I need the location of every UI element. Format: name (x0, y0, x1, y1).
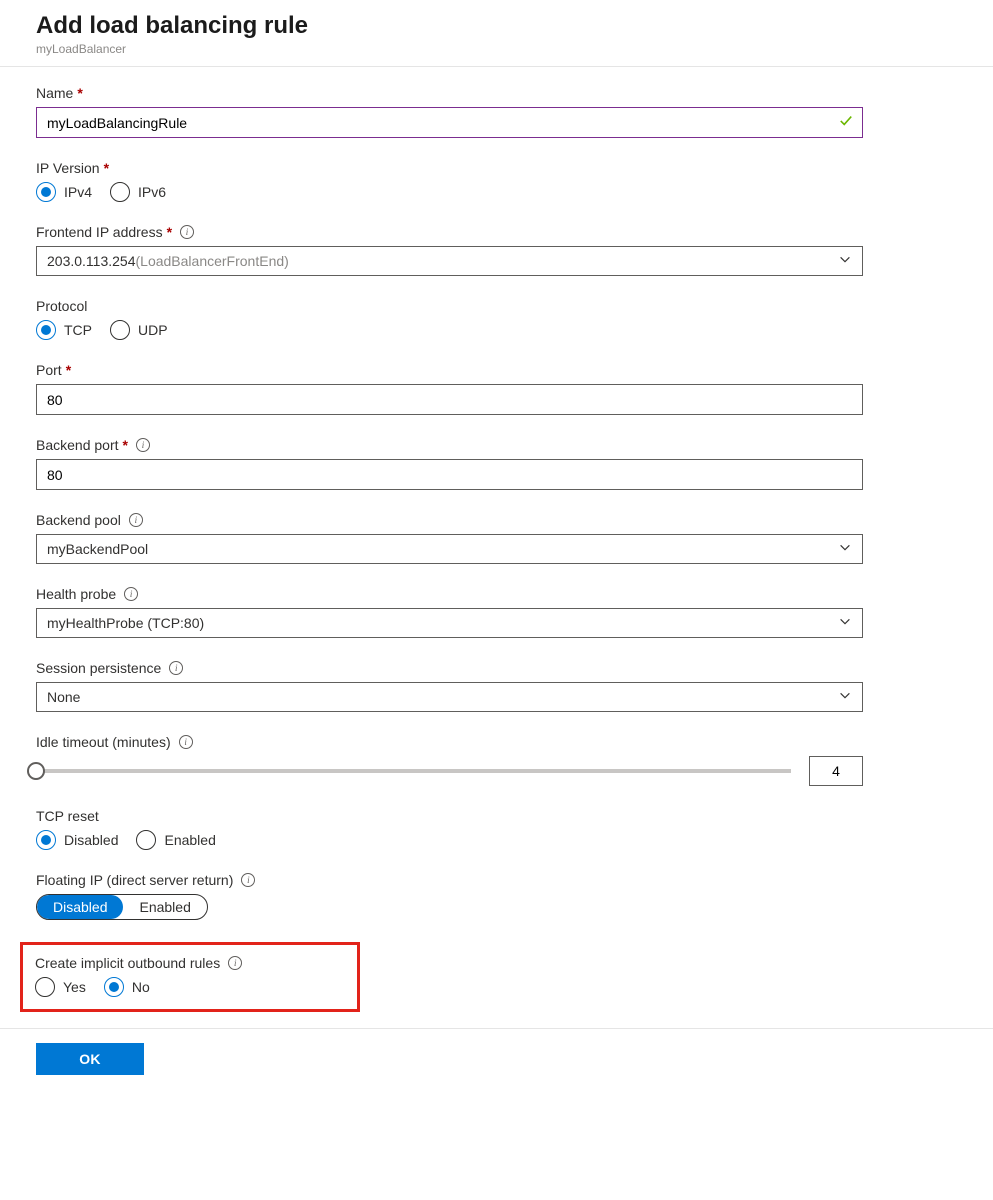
info-icon[interactable]: i (129, 513, 143, 527)
backendpool-dropdown[interactable]: myBackendPool (36, 534, 863, 564)
healthprobe-dropdown[interactable]: myHealthProbe (TCP:80) (36, 608, 863, 638)
healthprobe-label: Health probe i (36, 586, 957, 602)
floatingip-disabled-segment[interactable]: Disabled (37, 895, 123, 919)
port-input[interactable] (36, 384, 863, 415)
name-label: Name* (36, 85, 957, 101)
chevron-down-icon (838, 253, 852, 270)
sessionpersistence-label: Session persistence i (36, 660, 957, 676)
tcpreset-label: TCP reset (36, 808, 957, 824)
port-label: Port* (36, 362, 957, 378)
radio-udp[interactable]: UDP (110, 320, 168, 340)
idletimeout-slider[interactable] (36, 769, 791, 773)
frontendip-dropdown[interactable]: 203.0.113.254 (LoadBalancerFrontEnd) (36, 246, 863, 276)
idletimeout-value-input[interactable] (809, 756, 863, 786)
implicit-outbound-highlight: Create implicit outbound rules i Yes No (20, 942, 360, 1012)
ipversion-label: IP Version* (36, 160, 957, 176)
info-icon[interactable]: i (136, 438, 150, 452)
ok-button[interactable]: OK (36, 1043, 144, 1075)
slider-thumb[interactable] (27, 762, 45, 780)
radio-ipv6[interactable]: IPv6 (110, 182, 166, 202)
info-icon[interactable]: i (241, 873, 255, 887)
floatingip-enabled-segment[interactable]: Enabled (123, 895, 206, 919)
chevron-down-icon (838, 541, 852, 558)
radio-implicitoutbound-yes[interactable]: Yes (35, 977, 86, 997)
info-icon[interactable]: i (124, 587, 138, 601)
chevron-down-icon (838, 615, 852, 632)
radio-implicitoutbound-no[interactable]: No (104, 977, 150, 997)
backendpool-label: Backend pool i (36, 512, 957, 528)
radio-tcpreset-disabled[interactable]: Disabled (36, 830, 118, 850)
sessionpersistence-dropdown[interactable]: None (36, 682, 863, 712)
name-input[interactable] (36, 107, 863, 138)
radio-tcpreset-enabled[interactable]: Enabled (136, 830, 215, 850)
radio-ipv4[interactable]: IPv4 (36, 182, 92, 202)
chevron-down-icon (838, 689, 852, 706)
info-icon[interactable]: i (169, 661, 183, 675)
floatingip-label: Floating IP (direct server return) i (36, 872, 957, 888)
idletimeout-label: Idle timeout (minutes) i (36, 734, 957, 750)
backendport-input[interactable] (36, 459, 863, 490)
implicitoutbound-label: Create implicit outbound rules i (35, 955, 345, 971)
protocol-label: Protocol (36, 298, 957, 314)
frontendip-label: Frontend IP address* i (36, 224, 957, 240)
info-icon[interactable]: i (228, 956, 242, 970)
page-subtitle: myLoadBalancer (36, 42, 957, 56)
info-icon[interactable]: i (179, 735, 193, 749)
backendport-label: Backend port* i (36, 437, 957, 453)
floatingip-toggle[interactable]: Disabled Enabled (36, 894, 208, 920)
page-title: Add load balancing rule (36, 12, 957, 40)
info-icon[interactable]: i (180, 225, 194, 239)
radio-tcp[interactable]: TCP (36, 320, 92, 340)
